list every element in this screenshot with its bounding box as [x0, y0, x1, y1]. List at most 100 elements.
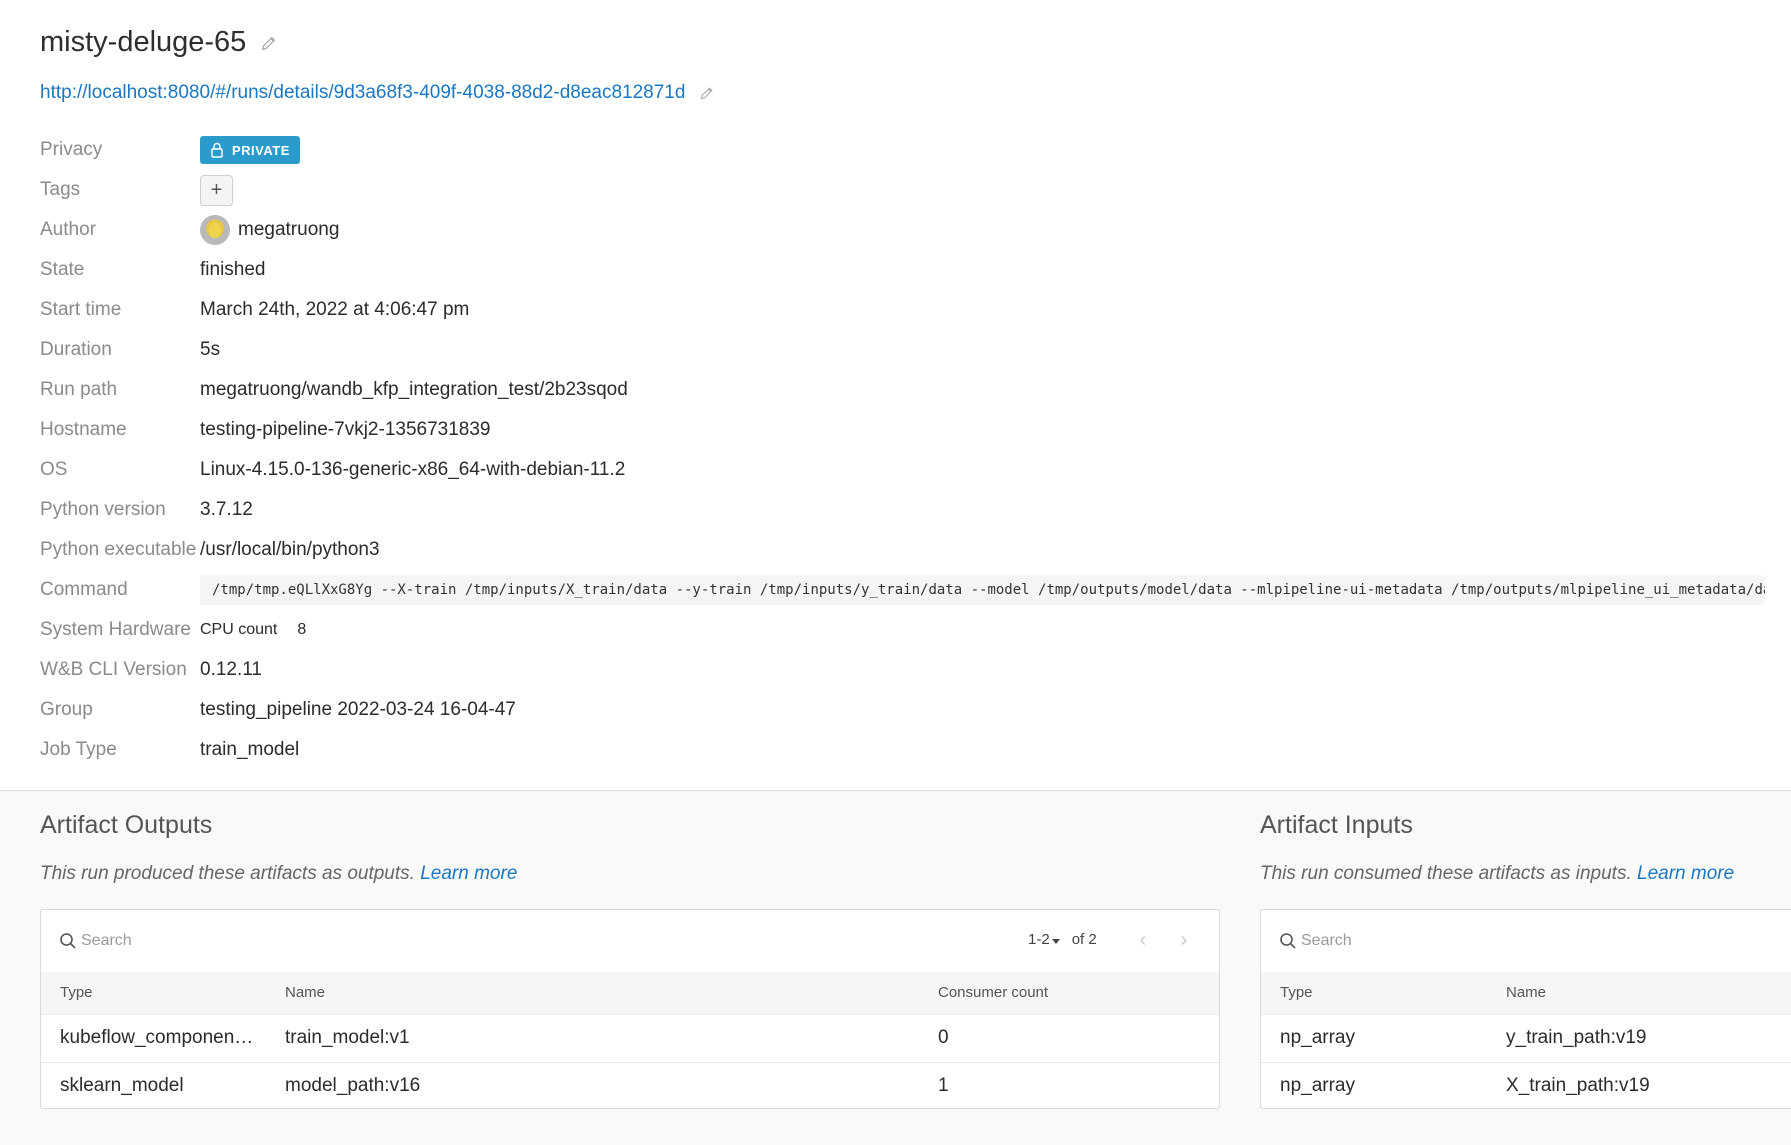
privacy-value: PRIVATE — [200, 136, 300, 164]
run-url-link[interactable]: http://localhost:8080/#/runs/details/9d3… — [40, 82, 685, 104]
cli-version-label: W&B CLI Version — [40, 659, 187, 680]
start-time-label: Start time — [40, 299, 122, 320]
pager-range: 1-2 — [1028, 931, 1050, 948]
group-value[interactable]: testing_pipeline 2022-03-24 16-04-47 — [200, 699, 516, 721]
system-hardware-value: CPU count 8 — [200, 621, 306, 639]
run-path-label: Run path — [40, 379, 118, 400]
os-value: Linux-4.15.0-136-generic-x86_64-with-deb… — [200, 459, 626, 480]
cpu-count-value: 8 — [297, 621, 307, 638]
outputs-pager: 1-2 of 2 — [1028, 931, 1097, 948]
run-path-value: megatruong/wandb_kfp_integration_test/2b… — [200, 379, 628, 400]
consumer-count-cell: 1 — [938, 1075, 949, 1096]
command-code[interactable]: /tmp/tmp.eQLlXxG8Yg --X-train /tmp/input… — [200, 575, 1765, 605]
start-time-value: March 24th, 2022 at 4:06:47 pm — [200, 299, 470, 320]
artifact-type-cell: kubeflow_componen… — [60, 1027, 254, 1048]
author-name[interactable]: megatruong — [238, 219, 339, 241]
job-type-label: Job Type — [40, 739, 117, 760]
table-row[interactable]: np_array X_train_path:v19 — [1261, 1062, 1791, 1110]
privacy-label: Privacy — [40, 139, 103, 160]
column-header-type[interactable]: Type — [60, 984, 93, 1001]
cli-version-row: W&B CLI Version 0.12.11 — [40, 650, 1760, 690]
private-badge[interactable]: PRIVATE — [200, 136, 300, 164]
artifact-name-link[interactable]: model_path:v16 — [285, 1075, 420, 1097]
system-hardware-row: System Hardware CPU count 8 — [40, 610, 1760, 650]
pager-total: of 2 — [1071, 931, 1097, 948]
command-label: Command — [40, 579, 128, 600]
artifact-outputs-title: Artifact Outputs — [40, 811, 213, 839]
artifact-name-link[interactable]: X_train_path:v19 — [1506, 1075, 1650, 1097]
outputs-table-header: Type Name Consumer count — [41, 972, 1219, 1014]
hostname-value: testing-pipeline-7vkj2-1356731839 — [200, 419, 491, 440]
state-value: finished — [200, 259, 266, 280]
duration-row: Duration 5s — [40, 330, 1760, 370]
artifact-inputs-table: Type Name np_array y_train_path:v19 np_a… — [1260, 909, 1791, 1109]
column-header-name[interactable]: Name — [1506, 984, 1546, 1001]
artifacts-section: Artifact Outputs This run produced these… — [0, 790, 1791, 1145]
python-executable-label: Python executable — [40, 539, 197, 560]
job-type-value[interactable]: train_model — [200, 739, 299, 761]
table-row[interactable]: sklearn_model model_path:v16 1 — [41, 1062, 1219, 1110]
pager-range-select[interactable]: 1-2 — [1028, 931, 1060, 948]
consumer-count-cell: 0 — [938, 1027, 949, 1048]
outputs-learn-more-link[interactable]: Learn more — [420, 863, 517, 884]
run-url-row: http://localhost:8080/#/runs/details/9d3… — [40, 82, 715, 104]
tags-value: + — [200, 174, 233, 206]
inputs-learn-more-link[interactable]: Learn more — [1637, 863, 1734, 884]
inputs-table-header: Type Name — [1261, 972, 1791, 1014]
run-path-row: Run path megatruong/wandb_kfp_integratio… — [40, 370, 1760, 410]
hostname-row: Hostname testing-pipeline-7vkj2-13567318… — [40, 410, 1760, 450]
private-badge-label: PRIVATE — [232, 142, 290, 158]
duration-label: Duration — [40, 339, 112, 360]
column-header-type[interactable]: Type — [1280, 984, 1313, 1001]
artifact-inputs-desc: This run consumed these artifacts as inp… — [1260, 863, 1734, 885]
artifact-outputs-desc-text: This run produced these artifacts as out… — [40, 863, 415, 884]
hostname-label: Hostname — [40, 419, 127, 440]
table-row[interactable]: np_array y_train_path:v19 — [1261, 1014, 1791, 1062]
python-version-row: Python version 3.7.12 — [40, 490, 1760, 530]
add-tag-button[interactable]: + — [200, 174, 233, 206]
command-row: Command /tmp/tmp.eQLlXxG8Yg --X-train /t… — [40, 570, 1765, 610]
python-executable-value: /usr/local/bin/python3 — [200, 539, 380, 560]
avatar[interactable] — [200, 215, 230, 245]
search-icon — [1280, 933, 1296, 949]
chevron-left-icon[interactable]: ‹ — [1133, 929, 1153, 951]
table-row[interactable]: kubeflow_componen… train_model:v1 0 — [41, 1014, 1219, 1062]
system-hardware-label: System Hardware — [40, 619, 191, 640]
os-row: OS Linux-4.15.0-136-generic-x86_64-with-… — [40, 450, 1760, 490]
edit-title-icon[interactable] — [260, 34, 278, 52]
lock-icon — [211, 142, 223, 158]
group-row: Group testing_pipeline 2022-03-24 16-04-… — [40, 690, 1760, 730]
python-executable-row: Python executable /usr/local/bin/python3 — [40, 530, 1760, 570]
state-row: State finished — [40, 250, 1760, 290]
edit-url-icon[interactable] — [699, 85, 715, 101]
outputs-search-input[interactable] — [81, 928, 381, 954]
start-time-row: Start time March 24th, 2022 at 4:06:47 p… — [40, 290, 1760, 330]
run-title-row: misty-deluge-65 — [40, 26, 278, 59]
artifact-name-link[interactable]: y_train_path:v19 — [1506, 1027, 1647, 1049]
author-label: Author — [40, 219, 96, 240]
duration-value: 5s — [200, 339, 221, 360]
os-label: OS — [40, 459, 68, 480]
column-header-name[interactable]: Name — [285, 984, 325, 1001]
search-icon — [60, 933, 76, 949]
command-value: /tmp/tmp.eQLlXxG8Yg --X-train /tmp/input… — [200, 575, 1765, 605]
artifact-name-link[interactable]: train_model:v1 — [285, 1027, 410, 1049]
tags-row: Tags + — [40, 170, 1760, 210]
author-row: Author megatruong — [40, 210, 1760, 250]
tags-label: Tags — [40, 179, 81, 200]
artifact-inputs-title: Artifact Inputs — [1260, 811, 1413, 839]
caret-down-icon — [1051, 939, 1060, 944]
privacy-row: Privacy PRIVATE — [40, 130, 1760, 170]
artifact-type-cell: np_array — [1280, 1027, 1355, 1048]
inputs-search-bar — [1261, 910, 1791, 972]
state-label: State — [40, 259, 85, 280]
run-overview: misty-deluge-65 http://localhost:8080/#/… — [0, 0, 1791, 790]
run-title: misty-deluge-65 — [40, 26, 247, 58]
column-header-consumer-count[interactable]: Consumer count — [938, 984, 1048, 1001]
artifact-inputs-desc-text: This run consumed these artifacts as inp… — [1260, 863, 1632, 884]
artifact-type-cell: np_array — [1280, 1075, 1355, 1096]
chevron-right-icon[interactable]: › — [1174, 929, 1194, 951]
inputs-search-input[interactable] — [1301, 928, 1601, 954]
artifact-outputs-table: 1-2 of 2 ‹ › Type Name Consumer count ku… — [40, 909, 1220, 1109]
artifact-outputs-desc: This run produced these artifacts as out… — [40, 863, 517, 885]
